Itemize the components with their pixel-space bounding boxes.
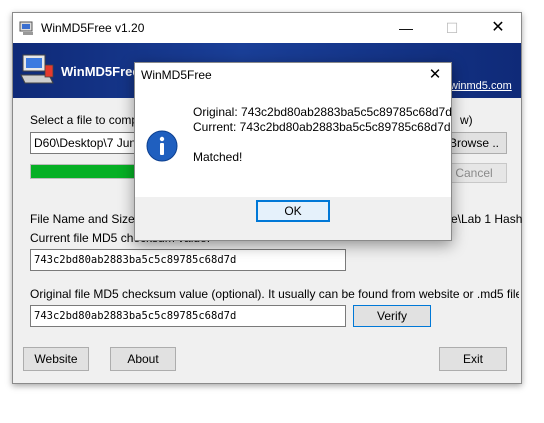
maximize-button[interactable]: ☐ (429, 13, 475, 43)
computer-logo-icon (20, 54, 54, 84)
info-icon (146, 130, 178, 162)
website-link[interactable]: winmd5.com (450, 80, 512, 92)
current-md5-field[interactable]: 743c2bd80ab2883ba5c5c89785c68d7d (30, 249, 346, 271)
title-bar[interactable]: WinMD5Free v1.20 — ☐ ✕ (13, 13, 521, 43)
result-dialog: WinMD5Free ✕ Original: 743c2bd80ab2883ba… (134, 62, 452, 241)
dialog-close-button[interactable]: ✕ (423, 64, 447, 86)
minimize-button[interactable]: — (383, 13, 429, 43)
file-name-size-value: e\Lab 1 Hash (451, 212, 523, 226)
original-md5-input[interactable]: 743c2bd80ab2883ba5c5c89785c68d7d (30, 305, 346, 327)
dialog-result: Matched! (193, 150, 243, 164)
original-md5-label: Original file MD5 checksum value (option… (30, 287, 519, 301)
window-title: WinMD5Free v1.20 (41, 21, 145, 35)
dialog-title: WinMD5Free (141, 68, 212, 82)
exit-button[interactable]: Exit (439, 347, 507, 371)
dialog-body: Original: 743c2bd80ab2883ba5c5c89785c68d… (135, 87, 452, 197)
select-file-label-tail: w) (460, 113, 473, 127)
ok-button[interactable]: OK (256, 200, 330, 222)
select-file-label: Select a file to comp (30, 113, 139, 127)
dialog-original-line: Original: 743c2bd80ab2883ba5c5c89785c68d… (193, 105, 452, 119)
verify-button[interactable]: Verify (353, 305, 431, 327)
banner-title: WinMD5Free (61, 64, 140, 79)
close-button[interactable]: ✕ (475, 13, 521, 43)
app-icon (19, 21, 33, 35)
dialog-title-bar[interactable]: WinMD5Free ✕ (135, 63, 451, 87)
about-button[interactable]: About (110, 347, 176, 371)
website-button[interactable]: Website (23, 347, 89, 371)
file-name-size-label: File Name and Size: (30, 212, 139, 226)
dialog-current-line: Current: 743c2bd80ab2883ba5c5c89785c68d7… (193, 120, 451, 134)
